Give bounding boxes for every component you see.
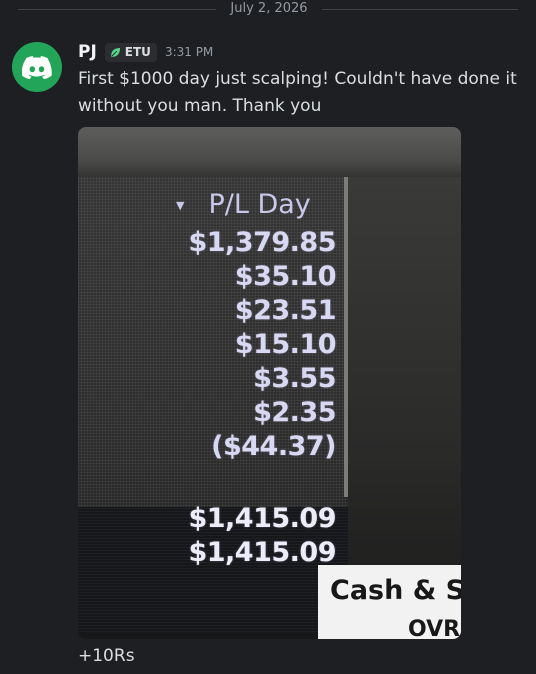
pl-column-header-label: P/L Day [208, 189, 311, 220]
image-attachment[interactable]: ▼ P/L Day $1,379.85 $35.10 $23.51 $15.10 … [78, 127, 461, 639]
pl-value: $2.35 [253, 397, 336, 428]
pl-value: $35.10 [234, 261, 337, 292]
pl-value: $3.55 [253, 363, 336, 394]
pl-value: $1,379.85 [188, 227, 336, 258]
avatar[interactable] [12, 42, 62, 92]
pl-column-header: ▼ P/L Day [176, 189, 346, 220]
date-divider: July 2, 2026 [0, 0, 536, 18]
pl-value: $23.51 [234, 295, 337, 326]
pl-total: $1,415.09 [188, 537, 336, 568]
divider-line-left [18, 9, 216, 10]
message-text: First $1000 day just scalping! Couldn't … [78, 69, 517, 116]
cash-label: Cash & Sw [330, 575, 461, 606]
pl-value: ($44.37) [211, 431, 336, 462]
role-tag-label: ETU [124, 45, 151, 59]
pl-values: $1,379.85 $35.10 $23.51 $15.10 $3.55 $2.… [78, 226, 336, 464]
sort-caret-icon: ▼ [176, 199, 185, 212]
pl-value: $15.10 [234, 329, 337, 360]
role-tag[interactable]: ETU [104, 42, 157, 62]
pl-totals: $1,415.09 $1,415.09 [78, 502, 336, 570]
ovr-label: OVR [408, 617, 461, 639]
discord-logo-icon [22, 55, 52, 79]
photo-top-region [78, 127, 461, 183]
divider-line-right [322, 9, 518, 10]
message-header: PJ ETU 3:31 PM [78, 40, 213, 64]
pl-total: $1,415.09 [188, 503, 336, 534]
username[interactable]: PJ [78, 42, 97, 62]
timestamp: 3:31 PM [164, 45, 214, 59]
leaf-icon [110, 47, 121, 58]
reply-message: +10Rs [78, 646, 135, 666]
photo-pane-divider [344, 177, 348, 497]
date-label: July 2, 2026 [230, 1, 308, 16]
